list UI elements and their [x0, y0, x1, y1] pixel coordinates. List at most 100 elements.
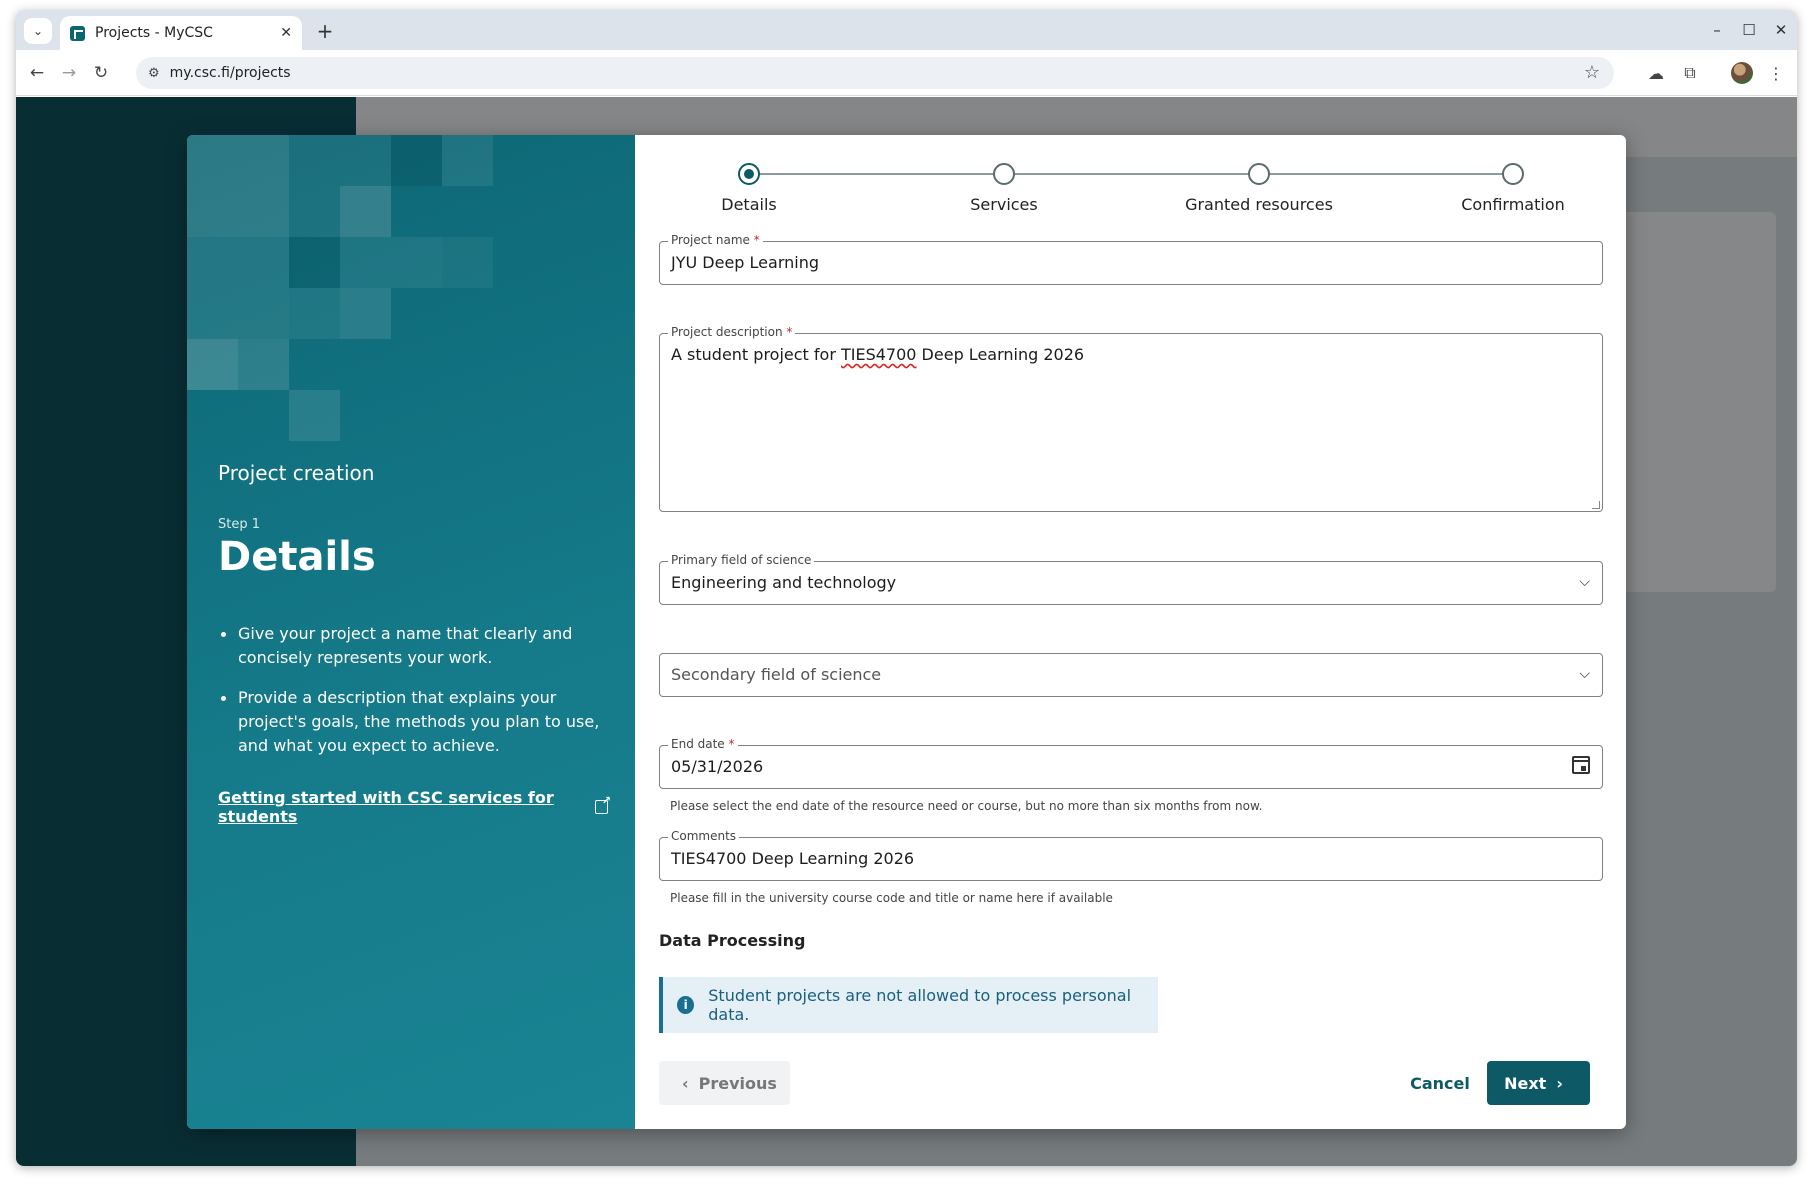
end-date-helper: Please select the end date of the resour…	[670, 799, 1263, 813]
chevron-down-icon: ⌵	[1579, 574, 1590, 590]
decor-tile	[340, 237, 442, 288]
decor-tile	[187, 237, 289, 339]
secondary-field-placeholder: Secondary field of science	[671, 665, 882, 684]
chevron-left-icon: ‹	[682, 1073, 689, 1093]
previous-button[interactable]: ‹ Previous	[659, 1061, 790, 1105]
data-processing-title: Data Processing	[659, 931, 806, 950]
decor-tile	[289, 390, 340, 441]
step-circle-icon	[1248, 163, 1270, 185]
favicon-icon	[70, 25, 85, 41]
resize-grip-icon[interactable]	[1592, 501, 1600, 509]
cancel-button[interactable]: Cancel	[1405, 1061, 1475, 1105]
step-circle-icon	[993, 163, 1015, 185]
window-close-icon[interactable]: ✕	[1765, 10, 1797, 50]
tab-title: Projects - MyCSC	[95, 25, 213, 41]
decor-tile	[442, 135, 493, 186]
page-content: Project creation Step 1 Details Give you…	[16, 97, 1797, 1166]
dialog-form-panel: Details Services Granted resources Confi…	[635, 135, 1626, 1129]
primary-field-label: Primary field of science	[668, 553, 815, 567]
end-date-label: End date *	[668, 737, 738, 751]
forward-icon[interactable]: →	[56, 60, 82, 86]
cancel-button-label: Cancel	[1410, 1073, 1470, 1093]
browser-toolbar: ← → ↻ ⚙ my.csc.fi/projects ☆ ☁ ⧉ ⋮	[16, 50, 1797, 96]
decor-tile	[289, 288, 340, 339]
personal-data-notice-text: Student projects are not allowed to proc…	[708, 986, 1132, 1024]
project-creation-dialog: Project creation Step 1 Details Give you…	[187, 135, 1626, 1129]
decor-tile	[238, 339, 289, 390]
decor-tile	[187, 135, 289, 237]
stepper-line	[749, 173, 1513, 175]
close-icon[interactable]: ✕	[280, 25, 292, 41]
project-name-label: Project name *	[668, 233, 763, 247]
decor-tile	[340, 186, 391, 237]
decor-tile	[187, 339, 238, 390]
step-name: Granted resources	[1185, 195, 1333, 214]
info-icon: i	[677, 996, 695, 1014]
extensions-icon[interactable]: ⧉	[1679, 62, 1701, 84]
project-name-field[interactable]: Project name * JYU Deep Learning	[659, 233, 1603, 285]
calendar-icon[interactable]	[1572, 756, 1590, 774]
step-details: Details	[659, 163, 839, 214]
chevron-down-icon: ⌵	[1579, 666, 1590, 682]
minimize-icon[interactable]: –	[1701, 10, 1733, 50]
tip-item: Give your project a name that clearly an…	[218, 622, 608, 670]
step-services: Services	[914, 163, 1094, 214]
comments-label: Comments	[668, 829, 740, 843]
decor-tile	[442, 237, 493, 288]
next-button-label: Next	[1504, 1073, 1547, 1093]
bookmark-star-icon[interactable]: ☆	[1584, 62, 1600, 83]
profile-avatar[interactable]	[1731, 62, 1753, 84]
step-title: Details	[218, 534, 376, 580]
getting-started-link-label: Getting started with CSC services for st…	[218, 788, 554, 826]
tip-item: Provide a description that explains your…	[218, 686, 608, 758]
back-icon[interactable]: ←	[24, 60, 50, 86]
primary-field-value: Engineering and technology	[671, 573, 897, 592]
chevron-right-icon: ›	[1556, 1073, 1563, 1093]
step-confirmation: Confirmation	[1423, 163, 1603, 214]
step-circle-icon	[1502, 163, 1524, 185]
comments-value: TIES4700 Deep Learning 2026	[671, 849, 915, 868]
site-info-icon[interactable]: ⚙	[148, 66, 160, 81]
comments-helper: Please fill in the university course cod…	[670, 891, 1113, 905]
url-text: my.csc.fi/projects	[169, 65, 291, 81]
step-circle-active-icon	[738, 163, 760, 185]
browser-tab[interactable]: Projects - MyCSC ✕	[60, 16, 302, 50]
end-date-value: 05/31/2026	[671, 757, 764, 776]
tips-list: Give your project a name that clearly an…	[218, 622, 608, 758]
previous-button-label: Previous	[698, 1073, 777, 1093]
window-controls: – ☐ ✕	[1701, 10, 1797, 50]
project-description-value: A student project for TIES4700 Deep Lear…	[671, 345, 1085, 364]
step-name: Details	[721, 195, 777, 214]
getting-started-link[interactable]: Getting started with CSC services for st…	[218, 788, 611, 826]
project-description-textarea[interactable]: Project description * A student project …	[659, 325, 1603, 512]
dialog-heading: Project creation	[218, 461, 375, 485]
end-date-field[interactable]: End date * 05/31/2026	[659, 737, 1603, 789]
external-link-icon	[595, 794, 611, 814]
secondary-field-select[interactable]: Secondary field of science ⌵	[659, 653, 1603, 697]
personal-data-notice: i Student projects are not allowed to pr…	[659, 977, 1158, 1033]
tab-strip: ⌄ Projects - MyCSC ✕ + – ☐ ✕	[16, 10, 1797, 50]
dialog-side-panel: Project creation Step 1 Details Give you…	[187, 135, 635, 1129]
decor-tile	[289, 237, 340, 288]
decor-tile	[340, 288, 391, 339]
step-label: Step 1	[218, 517, 261, 532]
reload-icon[interactable]: ↻	[88, 60, 114, 86]
maximize-icon[interactable]: ☐	[1733, 10, 1765, 50]
primary-field-select[interactable]: Primary field of science Engineering and…	[659, 553, 1603, 605]
menu-icon[interactable]: ⋮	[1765, 62, 1787, 84]
cloud-icon[interactable]: ☁	[1645, 62, 1667, 84]
next-button[interactable]: Next ›	[1487, 1061, 1590, 1105]
comments-field[interactable]: Comments TIES4700 Deep Learning 2026	[659, 829, 1603, 881]
project-name-value: JYU Deep Learning	[671, 253, 819, 272]
new-tab-icon[interactable]: +	[312, 18, 338, 44]
step-name: Confirmation	[1461, 195, 1565, 214]
tab-search-icon[interactable]: ⌄	[24, 18, 52, 44]
browser-window: ⌄ Projects - MyCSC ✕ + – ☐ ✕ ← → ↻ ⚙ my.…	[16, 10, 1797, 1166]
address-bar[interactable]: ⚙ my.csc.fi/projects ☆	[136, 57, 1614, 89]
dialog-side-content: Project creation Step 1 Details Give you…	[218, 461, 611, 826]
progress-stepper: Details Services Granted resources Confi…	[659, 163, 1603, 223]
step-granted-resources: Granted resources	[1169, 163, 1349, 214]
project-description-label: Project description *	[668, 325, 796, 339]
step-name: Services	[970, 195, 1038, 214]
decor-tile	[391, 135, 442, 186]
